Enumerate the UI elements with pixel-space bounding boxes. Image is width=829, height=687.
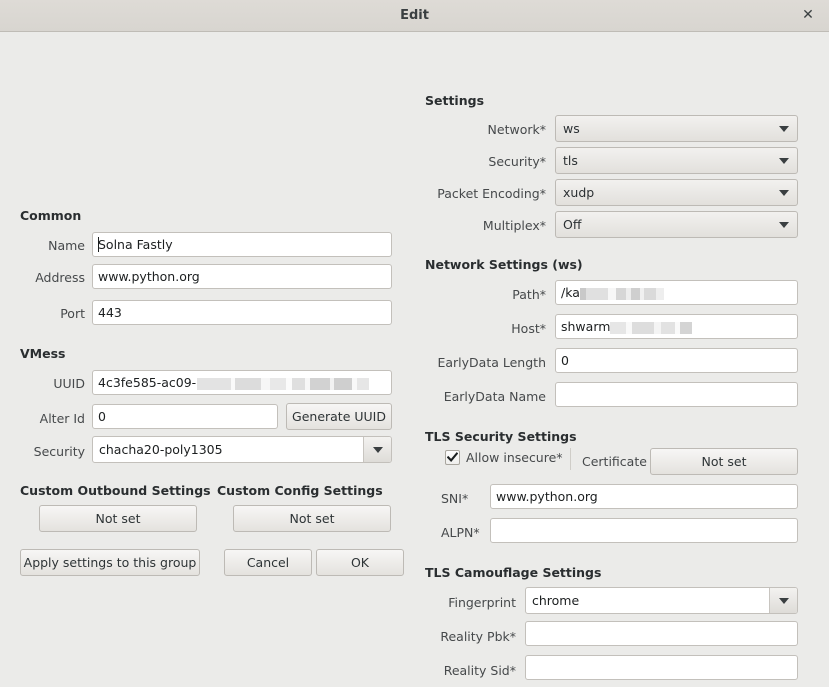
- section-title-settings: Settings: [425, 93, 485, 108]
- custom-outbound-not-set-button[interactable]: Not set: [39, 505, 197, 532]
- label-security-vmess: Security: [33, 444, 85, 459]
- name-input-value: Solna Fastly: [98, 237, 173, 252]
- sni-input-value: www.python.org: [496, 489, 598, 504]
- port-input-value: 443: [98, 305, 122, 320]
- dialog-content: Common Name Solna Fastly Address www.pyt…: [0, 32, 829, 687]
- alpn-input[interactable]: [490, 518, 798, 543]
- label-alter-id: Alter Id: [39, 411, 85, 426]
- label-path: Path*: [512, 287, 546, 302]
- label-multiplex: Multiplex*: [482, 218, 546, 233]
- earlydata-length-input[interactable]: 0: [555, 348, 798, 373]
- apply-settings-button[interactable]: Apply settings to this group: [20, 549, 200, 576]
- section-title-custom-config: Custom Config Settings: [217, 483, 383, 498]
- sni-input[interactable]: www.python.org: [490, 484, 798, 509]
- earlydata-name-input[interactable]: [555, 382, 798, 407]
- packet-encoding-combo[interactable]: xudp: [555, 179, 798, 206]
- label-host: Host*: [511, 321, 546, 336]
- path-redaction: [579, 287, 664, 300]
- host-input-value: shwarm: [561, 319, 611, 334]
- uuid-input[interactable]: 4c3fe585-ac09-: [92, 370, 392, 395]
- allow-insecure-label: Allow insecure*: [466, 450, 563, 465]
- multiplex-combo[interactable]: Off: [555, 211, 798, 238]
- reality-sid-input[interactable]: [525, 655, 798, 680]
- chevron-down-icon[interactable]: [771, 212, 797, 237]
- generate-uuid-button[interactable]: Generate UUID: [286, 403, 392, 430]
- port-input[interactable]: 443: [92, 300, 392, 325]
- left-pane: Common Name Solna Fastly Address www.pyt…: [0, 32, 410, 687]
- label-reality-sid: Reality Sid*: [443, 663, 516, 678]
- label-port: Port: [60, 306, 85, 321]
- right-pane: Settings Network* ws Security* tls Packe…: [410, 32, 829, 687]
- label-security: Security*: [488, 154, 546, 169]
- label-packet-encoding: Packet Encoding*: [437, 186, 546, 201]
- uuid-input-value: 4c3fe585-ac09-: [98, 375, 197, 390]
- network-combo[interactable]: ws: [555, 115, 798, 142]
- divider: [570, 448, 571, 470]
- allow-insecure-checkbox[interactable]: Allow insecure*: [445, 450, 563, 465]
- section-title-network-settings: Network Settings (ws): [425, 257, 583, 272]
- network-combo-value: ws: [563, 121, 580, 136]
- checkbox-checked-icon[interactable]: [445, 450, 460, 465]
- ok-button[interactable]: OK: [316, 549, 404, 576]
- label-certificate: Certificate: [582, 454, 647, 469]
- path-input[interactable]: /ka: [555, 280, 798, 305]
- chevron-down-icon[interactable]: [363, 437, 391, 462]
- uuid-redaction: [197, 377, 370, 390]
- security-combo[interactable]: chacha20-poly1305: [92, 436, 392, 463]
- address-input[interactable]: www.python.org: [92, 264, 392, 289]
- section-title-vmess: VMess: [20, 346, 66, 361]
- security-protocol-combo[interactable]: tls: [555, 147, 798, 174]
- path-input-value: /ka: [561, 285, 580, 300]
- label-name: Name: [48, 238, 85, 253]
- custom-config-not-set-button[interactable]: Not set: [233, 505, 391, 532]
- host-redaction: [610, 321, 693, 334]
- section-title-tls-camouflage: TLS Camouflage Settings: [425, 565, 602, 580]
- name-input[interactable]: Solna Fastly: [92, 232, 392, 257]
- label-earlydata-length: EarlyData Length: [437, 355, 546, 370]
- packet-encoding-combo-value: xudp: [563, 185, 595, 200]
- certificate-not-set-button[interactable]: Not set: [650, 448, 798, 475]
- label-earlydata-name: EarlyData Name: [443, 389, 546, 404]
- section-title-common: Common: [20, 208, 82, 223]
- cancel-button[interactable]: Cancel: [224, 549, 312, 576]
- window-title: Edit: [400, 8, 429, 23]
- security-protocol-combo-value: tls: [563, 153, 578, 168]
- security-combo-value: chacha20-poly1305: [99, 442, 223, 457]
- label-alpn: ALPN*: [441, 525, 480, 540]
- fingerprint-combo-value: chrome: [532, 593, 580, 608]
- section-title-tls-security: TLS Security Settings: [425, 429, 577, 444]
- label-reality-pbk: Reality Pbk*: [440, 629, 516, 644]
- address-input-value: www.python.org: [98, 269, 200, 284]
- label-network: Network*: [487, 122, 546, 137]
- close-icon[interactable]: ✕: [795, 0, 821, 31]
- window-titlebar: Edit ✕: [0, 0, 829, 32]
- chevron-down-icon[interactable]: [769, 588, 797, 613]
- host-input[interactable]: shwarm: [555, 314, 798, 339]
- earlydata-length-value: 0: [561, 353, 569, 368]
- chevron-down-icon[interactable]: [771, 148, 797, 173]
- label-address: Address: [35, 270, 85, 285]
- label-sni: SNI*: [441, 491, 469, 506]
- chevron-down-icon[interactable]: [771, 116, 797, 141]
- reality-pbk-input[interactable]: [525, 621, 798, 646]
- label-fingerprint: Fingerprint: [448, 595, 516, 610]
- fingerprint-combo[interactable]: chrome: [525, 587, 798, 614]
- alter-id-value: 0: [98, 409, 106, 424]
- label-uuid: UUID: [53, 376, 85, 391]
- alter-id-input[interactable]: 0: [92, 404, 278, 429]
- section-title-custom-outbound: Custom Outbound Settings: [20, 483, 211, 498]
- chevron-down-icon[interactable]: [771, 180, 797, 205]
- multiplex-combo-value: Off: [563, 217, 582, 232]
